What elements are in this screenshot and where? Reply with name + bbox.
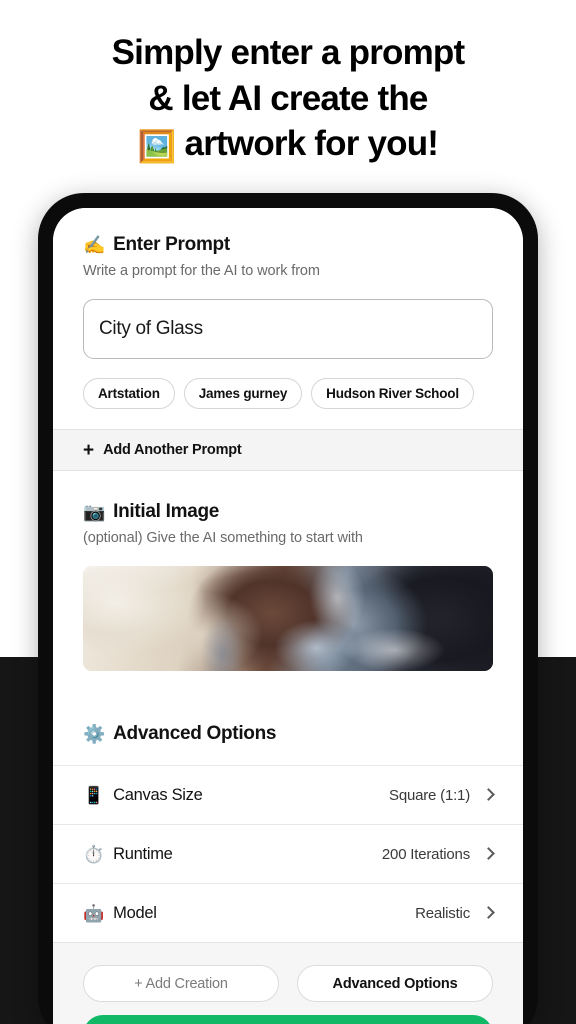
enter-prompt-section: ✍️ Enter Prompt Write a prompt for the A… [53, 208, 523, 409]
initial-image-subtitle: (optional) Give the AI something to star… [83, 530, 363, 546]
initial-image-preview[interactable] [83, 566, 493, 671]
phone-mockup-frame: ✍️ Enter Prompt Write a prompt for the A… [38, 193, 538, 1024]
headline-line-3: 🖼️ artwork for you! [0, 121, 576, 167]
chevron-right-icon [482, 788, 495, 801]
add-another-prompt-label: Add Another Prompt [103, 442, 242, 458]
gear-icon: ⚙️ [83, 724, 106, 744]
headline-line-1: Simply enter a prompt [111, 33, 466, 72]
advanced-options-title: Advanced Options [113, 723, 277, 744]
bottom-action-bar: + Add Creation Advanced Options [53, 942, 523, 1024]
model-label: Model [113, 903, 157, 922]
add-creation-button[interactable]: + Add Creation [83, 965, 279, 1002]
mobile-phone-icon: 📱 [83, 785, 105, 805]
action-button-row: + Add Creation Advanced Options [83, 965, 493, 1002]
robot-icon: 🤖 [83, 903, 105, 923]
camera-icon: 📷 [83, 502, 106, 522]
advanced-options-heading: ⚙️ Advanced Options [83, 723, 493, 745]
primary-cta-button[interactable] [83, 1015, 493, 1024]
chip-artstation[interactable]: Artstation [83, 378, 175, 409]
initial-image-heading: 📷 Initial Image [83, 501, 493, 523]
headline-line-3-text: artwork for you! [175, 124, 439, 163]
prompt-input[interactable]: City of Glass [83, 299, 493, 359]
canvas-size-value: Square (1:1) [389, 786, 470, 804]
headline-line-2: & let AI create the [148, 78, 428, 118]
runtime-value: 200 Iterations [381, 845, 470, 863]
chip-hudson-river-school[interactable]: Hudson River School [311, 378, 474, 409]
runtime-label: Runtime [113, 844, 173, 863]
writing-hand-icon: ✍️ [83, 235, 106, 255]
enter-prompt-heading: ✍️ Enter Prompt [83, 234, 493, 256]
chevron-right-icon [482, 847, 495, 860]
enter-prompt-title: Enter Prompt [113, 234, 230, 255]
app-scroll-container[interactable]: ✍️ Enter Prompt Write a prompt for the A… [53, 208, 523, 1024]
canvas-size-label: Canvas Size [113, 785, 203, 804]
option-row-canvas-size[interactable]: 📱 Canvas Size Square (1:1) [53, 765, 523, 824]
stopwatch-icon: ⏱️ [83, 844, 105, 864]
chevron-right-icon [482, 906, 495, 919]
add-another-prompt-button[interactable]: + Add Another Prompt [53, 429, 523, 471]
advanced-options-button[interactable]: Advanced Options [297, 965, 493, 1002]
preview-art-shadows [83, 566, 493, 671]
page-headline: Simply enter a prompt & let AI create th… [0, 30, 576, 167]
advanced-options-section-header: ⚙️ Advanced Options [53, 697, 523, 765]
initial-image-title: Initial Image [113, 501, 220, 522]
chip-james-gurney[interactable]: James gurney [183, 378, 303, 409]
plus-icon: + [83, 439, 95, 461]
model-value: Realistic [415, 904, 470, 922]
enter-prompt-subtitle: Write a prompt for the AI to work from [83, 263, 320, 279]
initial-image-section: 📷 Initial Image (optional) Give the AI s… [53, 471, 523, 697]
phone-screen: ✍️ Enter Prompt Write a prompt for the A… [53, 208, 523, 1024]
option-row-runtime[interactable]: ⏱️ Runtime 200 Iterations [53, 824, 523, 883]
framed-picture-icon: 🖼️ [137, 129, 177, 164]
prompt-input-value[interactable]: City of Glass [99, 318, 203, 340]
prompt-suggestion-chips: Artstation James gurney Hudson River Sch… [83, 378, 493, 409]
option-row-model[interactable]: 🤖 Model Realistic [53, 883, 523, 942]
